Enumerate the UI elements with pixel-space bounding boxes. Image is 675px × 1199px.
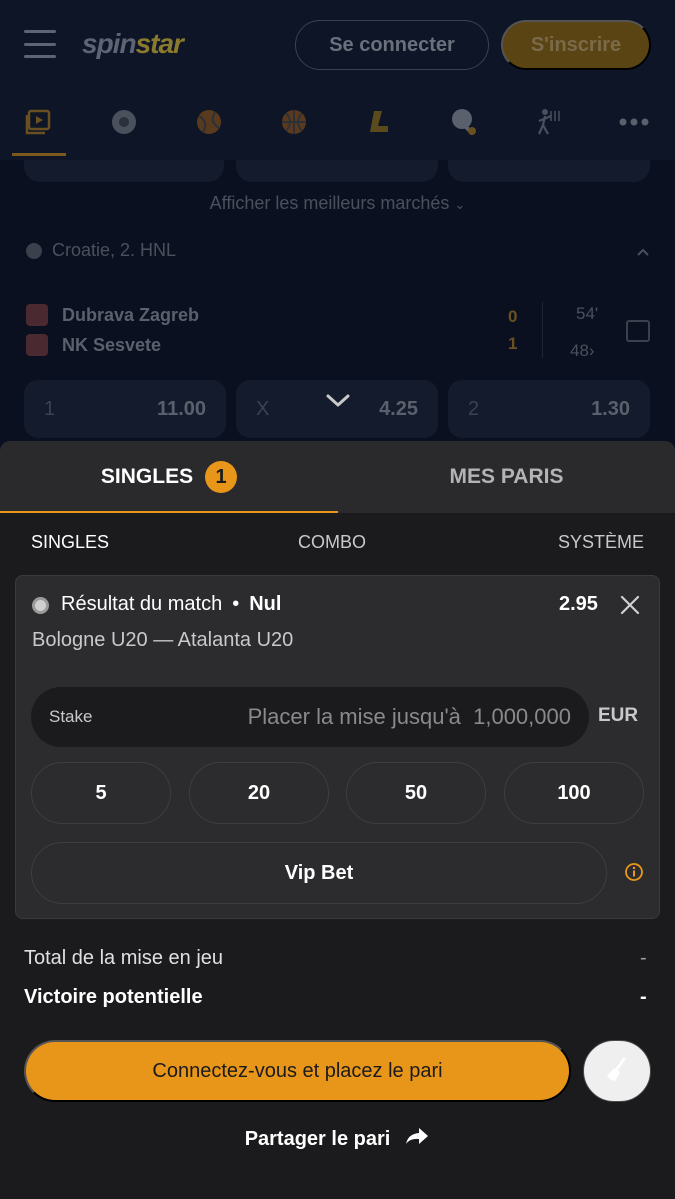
volleyball-icon[interactable] <box>532 106 564 138</box>
team-home-name: Dubrava Zagreb <box>62 304 200 325</box>
odd-button-home[interactable]: 1 11.00 <box>24 380 226 438</box>
team-home[interactable]: Dubrava Zagreb <box>26 304 199 326</box>
currency-label: EUR <box>598 705 639 726</box>
market-name: Résultat du match <box>61 593 223 615</box>
bet-type-singles[interactable]: SINGLES <box>31 532 109 553</box>
total-stake-value: - <box>640 947 647 969</box>
bet-type-combo[interactable]: COMBO <box>298 532 366 553</box>
team-crest-icon <box>26 304 48 326</box>
clear-slip-button[interactable] <box>583 1040 651 1102</box>
login-and-place-bet-button[interactable]: Connectez-vous et placez le pari <box>24 1040 571 1102</box>
odd-label: 2 <box>468 397 480 420</box>
selection-match: Bologne U20 — Atalanta U20 <box>32 629 294 651</box>
table-tennis-icon[interactable] <box>448 106 480 138</box>
odd-value: 11.00 <box>157 397 206 420</box>
selection-market: Résultat du match • Nul <box>61 593 281 616</box>
odds-pill-stub <box>236 160 438 182</box>
league-header[interactable]: Croatie, 2. HNL <box>26 240 176 261</box>
collapse-slip-icon[interactable] <box>322 388 354 412</box>
separator: • <box>232 593 240 615</box>
tab-singles[interactable]: SINGLES 1 <box>0 441 338 513</box>
login-button[interactable]: Se connecter <box>295 20 489 70</box>
quick-stake-100[interactable]: 100 <box>504 762 644 824</box>
show-best-markets[interactable]: Afficher les meilleurs marchés ⌄ <box>0 193 675 214</box>
odd-button-away[interactable]: 2 1.30 <box>448 380 650 438</box>
markets-count: 48 <box>570 341 589 360</box>
active-sport-indicator <box>12 153 66 156</box>
info-icon[interactable] <box>624 862 644 882</box>
total-stake-label: Total de la mise en jeu <box>24 947 224 969</box>
quick-stake-20[interactable]: 20 <box>189 762 329 824</box>
soccer-ball-icon <box>32 597 49 614</box>
show-markets-label: Afficher les meilleurs marchés <box>209 193 450 213</box>
odd-value: 4.25 <box>379 397 418 420</box>
menu-icon[interactable] <box>24 30 56 58</box>
vip-bet-button[interactable]: Vip Bet <box>31 842 607 904</box>
odd-value: 1.30 <box>591 397 630 420</box>
register-button[interactable]: S'inscrire <box>501 20 651 70</box>
remove-selection-icon[interactable] <box>619 594 641 616</box>
chevron-down-icon: ⌄ <box>454 197 466 212</box>
active-tab-indicator <box>0 511 338 513</box>
quick-stake-5[interactable]: 5 <box>31 762 171 824</box>
logo-part1: spin <box>82 28 137 59</box>
odd-label: X <box>256 397 270 420</box>
odds-pill-stub <box>24 160 224 182</box>
selection-odds: 2.95 <box>559 593 598 615</box>
more-markets-link[interactable]: 48› <box>570 341 595 361</box>
match-minute: 54' <box>576 304 599 323</box>
potential-win-label: Victoire potentielle <box>24 986 203 1008</box>
share-label: Partager le pari <box>244 1127 391 1150</box>
tennis-icon[interactable] <box>193 106 225 138</box>
soccer-icon[interactable] <box>108 106 140 138</box>
quick-stake-50[interactable]: 50 <box>346 762 486 824</box>
ice-hockey-icon[interactable] <box>362 106 394 138</box>
score-home: 0 <box>508 307 518 326</box>
selection-count-badge: 1 <box>205 461 238 493</box>
odd-label: 1 <box>44 397 56 420</box>
league-name: Croatie, 2. HNL <box>52 240 177 260</box>
logo-part2: star <box>135 28 184 59</box>
share-arrow-icon <box>404 1126 430 1152</box>
team-away[interactable]: NK Sesvete <box>26 334 161 356</box>
chevron-right-icon: › <box>588 341 595 360</box>
stats-icon[interactable] <box>626 320 650 342</box>
potential-win-value: - <box>640 986 647 1008</box>
basketball-icon[interactable] <box>278 106 310 138</box>
logo[interactable]: spinstar <box>82 28 184 60</box>
stake-label: Stake <box>49 707 93 726</box>
sports-nav <box>0 90 675 160</box>
team-crest-icon <box>26 334 48 356</box>
share-bet-link[interactable]: Partager le pari <box>0 1126 675 1152</box>
selection-pick: Nul <box>249 593 282 615</box>
stake-input[interactable] <box>92 704 571 730</box>
score-away: 1 <box>508 334 518 353</box>
tab-singles-label: SINGLES <box>100 465 194 488</box>
soccer-ball-icon <box>26 242 42 259</box>
bet-type-system[interactable]: SYSTÈME <box>558 532 644 553</box>
stake-field[interactable]: Stake <box>31 687 589 747</box>
broom-icon <box>603 1056 631 1087</box>
team-away-name: NK Sesvete <box>62 334 162 355</box>
odds-pill-stub <box>448 160 650 182</box>
chevron-up-icon[interactable] <box>636 244 650 260</box>
live-icon[interactable] <box>22 106 54 138</box>
tab-my-bets[interactable]: MES PARIS <box>338 441 675 513</box>
more-icon[interactable] <box>618 106 650 138</box>
divider <box>542 302 543 358</box>
